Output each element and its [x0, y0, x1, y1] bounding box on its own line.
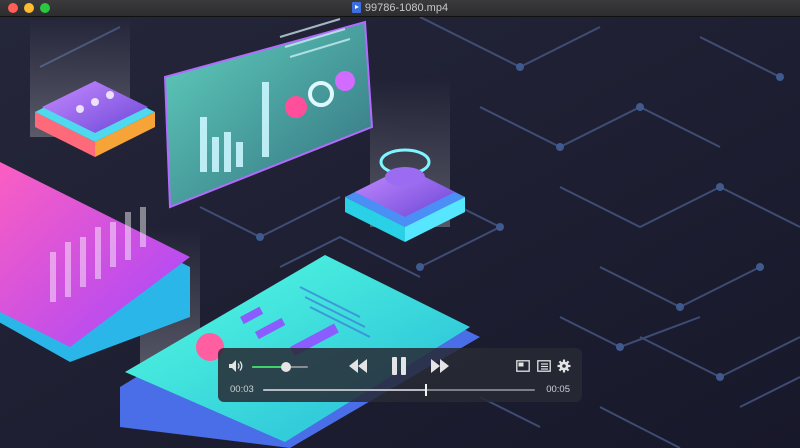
duration: 00:05 — [546, 384, 570, 395]
window-title-group: 99786-1080.mp4 — [0, 1, 800, 15]
video-file-icon — [351, 2, 361, 13]
picture-in-picture-icon[interactable] — [516, 360, 530, 372]
title-bar[interactable]: 99786-1080.mp4 — [0, 0, 800, 17]
pause-icon[interactable] — [390, 356, 408, 376]
volume-icon[interactable] — [228, 359, 244, 373]
seek-bar[interactable] — [263, 384, 535, 396]
current-time: 00:03 — [230, 384, 254, 395]
gear-icon[interactable] — [557, 359, 571, 373]
fast-forward-icon[interactable] — [429, 358, 451, 374]
rewind-icon[interactable] — [347, 358, 369, 374]
seek-bar-played — [263, 389, 427, 391]
playlist-icon[interactable] — [537, 360, 551, 372]
window-title: 99786-1080.mp4 — [364, 2, 449, 14]
playback-controls: 00:03 00:05 — [218, 348, 582, 402]
player-window: 99786-1080.mp4 00:03 00:05 — [0, 0, 800, 448]
volume-slider-knob[interactable] — [280, 362, 291, 372]
seek-bar-playhead[interactable] — [425, 384, 428, 396]
volume-slider[interactable] — [252, 362, 308, 372]
